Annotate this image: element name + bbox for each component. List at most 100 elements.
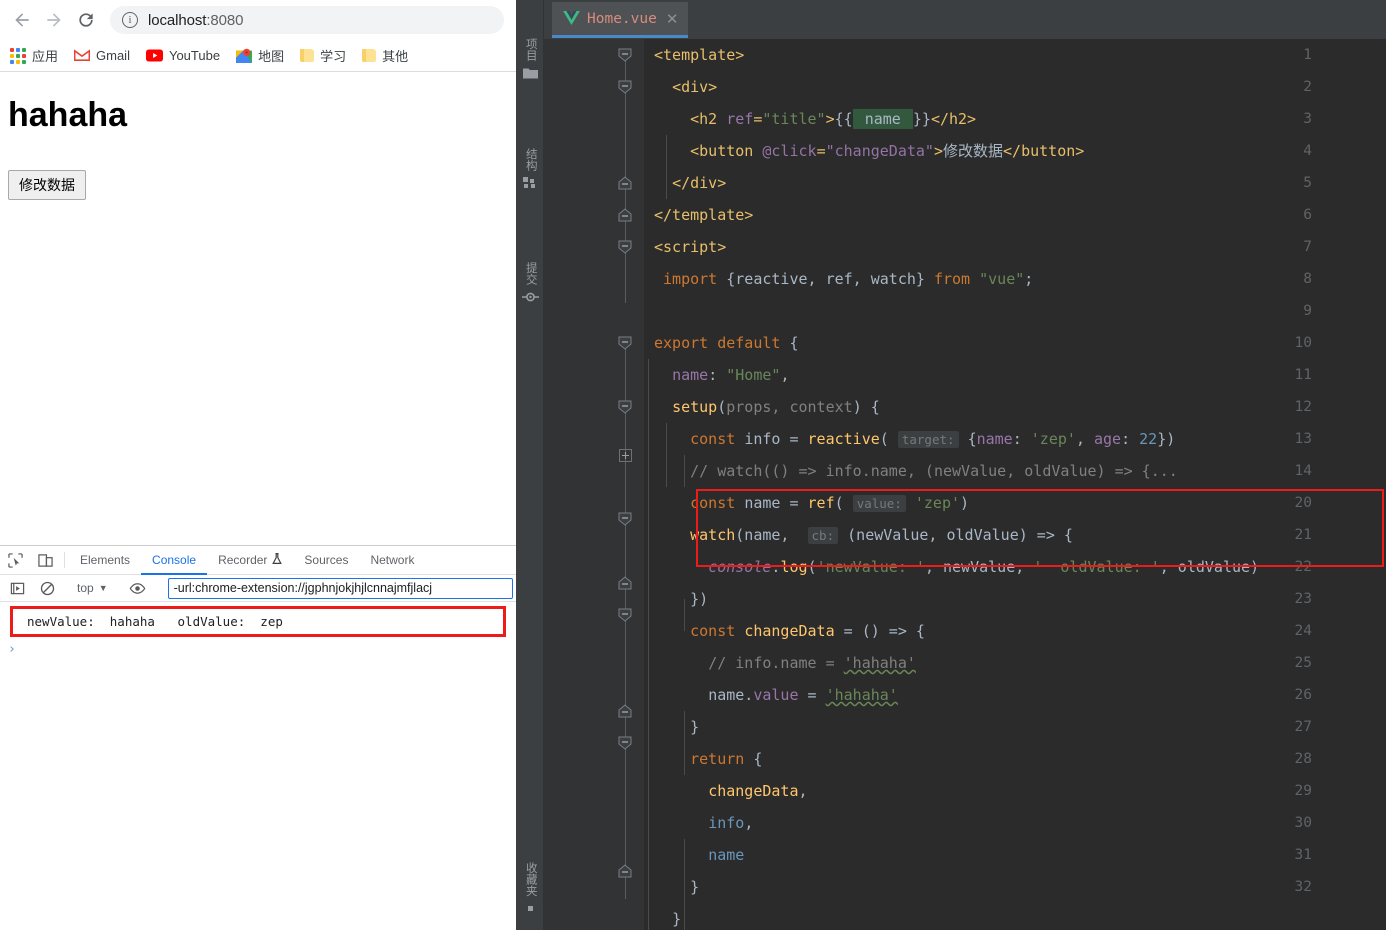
code-line-11: name: "Home", [672, 366, 790, 384]
fold-marker[interactable] [616, 391, 634, 423]
page-info-icon[interactable]: i [122, 12, 138, 28]
bookmark-apps[interactable]: 应用 [10, 46, 58, 65]
flask-icon [272, 552, 283, 568]
inspect-element-icon[interactable] [0, 546, 30, 574]
console-prompt[interactable]: › [0, 637, 516, 657]
apps-grid-icon [10, 47, 26, 64]
bookmark-label: 其他 [382, 49, 409, 64]
fold-marker[interactable] [616, 71, 634, 103]
code-line-32: } [690, 878, 700, 896]
bookmark-label: Gmail [96, 48, 130, 63]
tab-console[interactable]: Console [141, 546, 208, 575]
fold-marker[interactable] [616, 695, 634, 727]
code-line-14: // watch(() => info.name, (newValue, old… [690, 462, 1178, 480]
context-label: top [77, 581, 94, 595]
change-data-button[interactable]: 修改数据 [8, 170, 86, 200]
execute-icon[interactable] [2, 581, 32, 596]
bookmark-folder-study[interactable]: 学习 [300, 46, 346, 65]
stripe-item-favorites[interactable]: 收藏夹 [516, 862, 544, 916]
gmail-icon [74, 49, 91, 62]
live-expression-icon[interactable] [123, 581, 153, 596]
fold-marker[interactable] [616, 567, 634, 599]
fold-marker[interactable] [616, 231, 634, 263]
back-arrow-icon[interactable] [8, 6, 36, 34]
code-line-27: } [690, 718, 700, 736]
commit-icon [521, 291, 539, 306]
code-line-33: } [672, 910, 682, 928]
close-icon[interactable]: ✕ [666, 12, 679, 27]
bookmark-youtube[interactable]: YouTube [145, 48, 221, 63]
stripe-item-commit[interactable]: 提交 [516, 262, 544, 306]
bookmark-gmail[interactable]: Gmail [74, 48, 130, 63]
code-line-24: const changeData = () => { [690, 622, 925, 640]
console-filter-input[interactable]: -url:chrome-extension://jgphnjokjhjlcnna… [167, 577, 513, 599]
code-line-13: const info = reactive( target: {name: 'z… [690, 430, 1176, 448]
code-line-20: const name = ref( value: 'zep') [690, 494, 970, 512]
code-line-7: <script> [654, 238, 727, 256]
editor-tab-home-vue[interactable]: Home.vue ✕ [552, 2, 689, 38]
page-title: hahaha [8, 96, 128, 134]
devtools-tabbar: Elements Console Recorder Sources Networ… [0, 546, 516, 575]
ide-tool-stripe: 项目 结构 提交 收藏夹 [516, 0, 544, 930]
console-log-message: newValue: hahaha oldValue: zep [10, 606, 506, 637]
chevron-down-icon: ▼ [98, 583, 108, 593]
browser-toolbar: i localhost:8080 [0, 0, 516, 40]
address-bar[interactable]: i localhost:8080 [110, 6, 504, 34]
stripe-label: 提交 [524, 262, 537, 285]
fold-marker[interactable] [616, 727, 634, 759]
ide-window: 项目 结构 提交 收藏夹 Home.vue ✕ 1 2 3 4 5 6 7 8 … [516, 0, 1386, 930]
code-text-area[interactable]: <template> <div> <h2 ref="title">{{ name… [644, 39, 1386, 930]
editor-tab-label: Home.vue [587, 11, 657, 27]
fold-marker-expand[interactable] [616, 439, 634, 471]
bookmark-folder-other[interactable]: 其他 [362, 46, 408, 65]
tab-network[interactable]: Network [359, 546, 425, 574]
code-line-22: console.log('newValue: ', newValue, ' ol… [708, 558, 1260, 576]
fold-marker[interactable] [616, 855, 634, 887]
folder-icon [362, 49, 377, 62]
tab-elements[interactable]: Elements [69, 546, 141, 574]
structure-icon [522, 177, 538, 192]
code-line-12: setup(props, context) { [672, 398, 880, 416]
code-line-1: <template> [654, 46, 745, 64]
fold-marker[interactable] [616, 327, 634, 359]
fold-marker[interactable] [616, 39, 634, 71]
stripe-item-structure[interactable]: 结构 [516, 148, 544, 192]
fold-marker[interactable] [616, 503, 634, 535]
code-line-31: name [708, 846, 745, 864]
ide-editor-area: Home.vue ✕ 1 2 3 4 5 6 7 8 9 10 11 12 13 14 20 21 22 23 24… [544, 0, 1386, 930]
code-line-2: <div> [672, 78, 718, 96]
tab-recorder[interactable]: Recorder [207, 546, 293, 574]
console-toolbar: top ▼ -url:chrome-extension://jgphnjokjh… [0, 575, 516, 602]
editor-tabbar: Home.vue ✕ [544, 0, 1386, 39]
code-line-4: <button @click="changeData">修改数据</button… [690, 142, 1085, 160]
clear-console-icon[interactable] [32, 581, 62, 596]
execution-context-selector[interactable]: top ▼ [71, 581, 114, 595]
fold-marker[interactable] [616, 199, 634, 231]
code-line-21: watch(name, cb: (newValue, oldValue) => … [690, 526, 1073, 544]
fold-marker[interactable] [616, 599, 634, 631]
stripe-label: 项目 [524, 38, 537, 61]
maps-icon [236, 48, 253, 63]
code-line-26: name.value = 'hahaha' [708, 686, 898, 704]
stripe-item-project[interactable]: 项目 [516, 38, 544, 82]
vue-logo-icon [563, 10, 580, 29]
device-toolbar-icon[interactable] [30, 546, 60, 574]
code-editor[interactable]: 1 2 3 4 5 6 7 8 9 10 11 12 13 14 20 21 22 23 24 25 26 27 28 29 3… [544, 39, 1386, 930]
bookmarks-bar: 应用 Gmail YouTube 地图 学习 其他 [0, 40, 516, 72]
reload-icon[interactable] [72, 6, 100, 34]
code-line-5: </div> [672, 174, 727, 192]
address-bar-text: localhost:8080 [148, 11, 244, 29]
folder-icon [300, 49, 315, 62]
forward-arrow-icon[interactable] [40, 6, 68, 34]
bookmark-label: YouTube [168, 48, 221, 63]
code-line-29: changeData, [708, 782, 808, 800]
tab-recorder-label: Recorder [218, 553, 268, 567]
bookmark-label: 学习 [320, 49, 347, 64]
fold-marker[interactable] [616, 167, 634, 199]
code-line-30: info, [708, 814, 754, 832]
favorites-icon [525, 903, 536, 916]
tab-sources[interactable]: Sources [293, 546, 359, 574]
code-line-23: }) [690, 590, 709, 608]
bookmark-maps[interactable]: 地图 [236, 46, 284, 65]
stripe-label: 收藏夹 [524, 862, 537, 897]
